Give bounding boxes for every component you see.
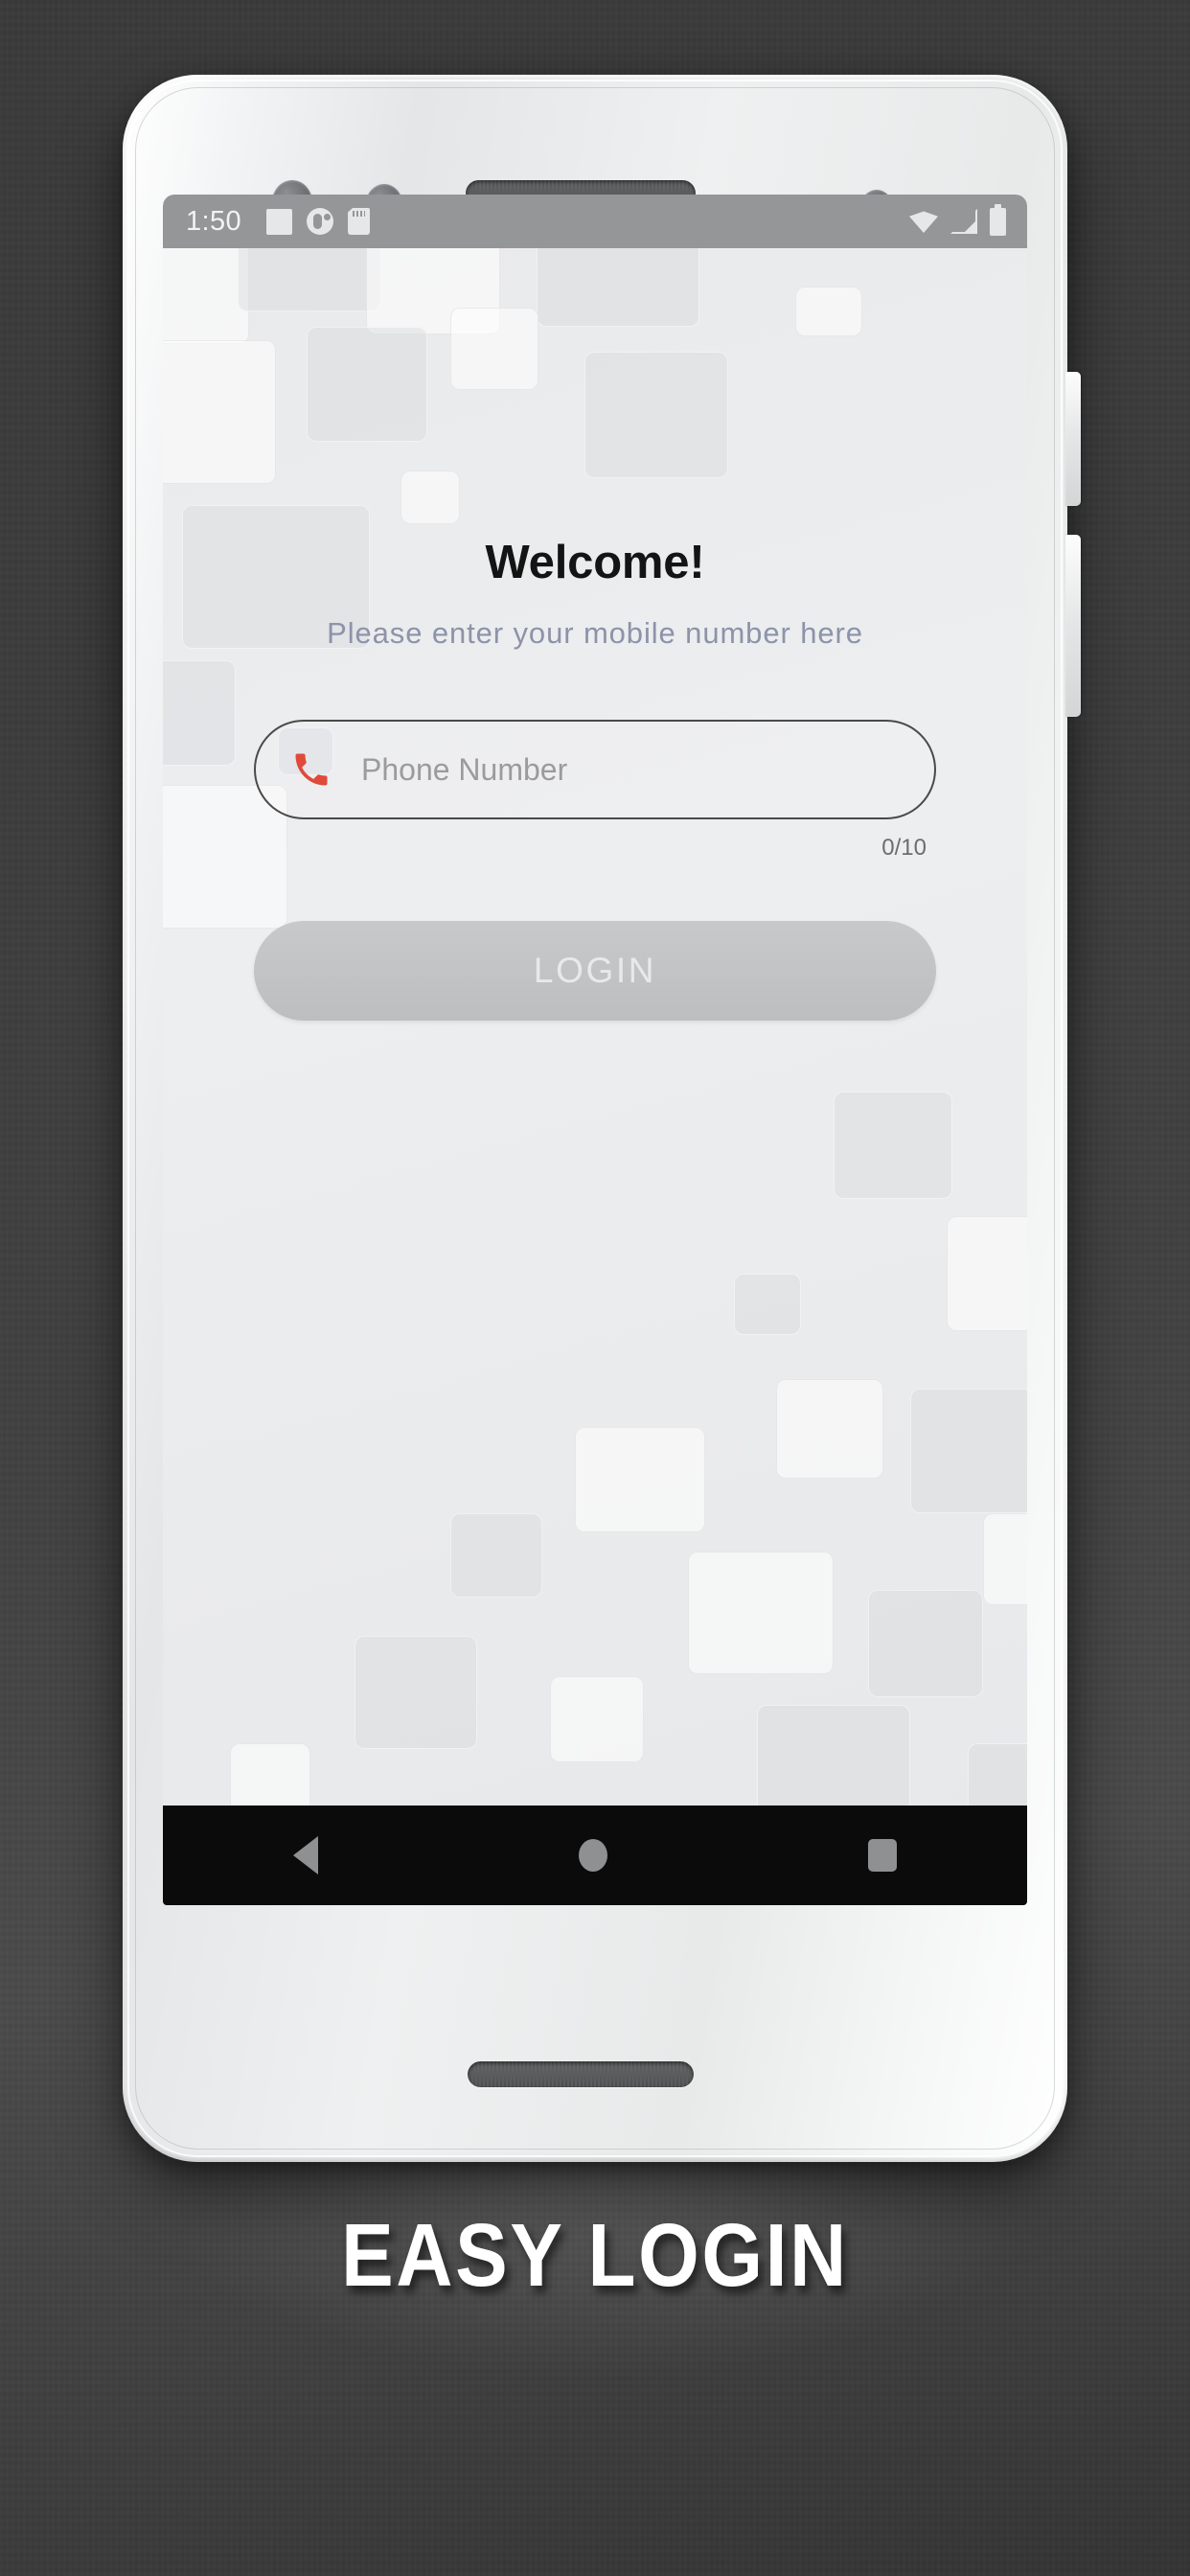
back-button[interactable] xyxy=(293,1836,318,1874)
phone-number-field-wrapper[interactable] xyxy=(254,720,936,819)
power-button[interactable] xyxy=(1065,372,1081,506)
login-button[interactable]: LOGIN xyxy=(254,921,936,1021)
status-bar-clock: 1:50 xyxy=(186,205,242,237)
notification-square-icon xyxy=(266,208,293,235)
page-subtitle: Please enter your mobile number here xyxy=(327,616,863,650)
recents-button[interactable] xyxy=(868,1839,897,1872)
app-circle-icon xyxy=(307,208,334,235)
home-button[interactable] xyxy=(579,1839,607,1872)
battery-icon xyxy=(990,203,1006,236)
caption-text: EASY LOGIN xyxy=(341,2205,849,2305)
sd-card-icon xyxy=(348,208,371,235)
phone-screen: 1:50 Welcome! Please enter your mobile n… xyxy=(163,195,1027,1905)
volume-rocker-button[interactable] xyxy=(1065,535,1081,717)
app-content-area: Welcome! Please enter your mobile number… xyxy=(163,248,1027,1905)
studio-backdrop: 1:50 Welcome! Please enter your mobile n… xyxy=(0,0,1190,2576)
status-bar: 1:50 xyxy=(163,195,1027,248)
page-title: Welcome! xyxy=(485,537,705,588)
status-bar-notification-icons xyxy=(266,208,371,235)
login-form: Welcome! Please enter your mobile number… xyxy=(163,248,1027,1021)
bottom-speaker-grille xyxy=(468,2061,694,2087)
cell-signal-icon xyxy=(950,209,977,234)
status-bar-system-icons xyxy=(909,203,1006,236)
phone-handset-icon xyxy=(295,753,328,786)
wifi-icon xyxy=(909,211,938,233)
android-navigation-bar xyxy=(163,1806,1027,1905)
character-counter: 0/10 xyxy=(881,835,927,861)
phone-number-input[interactable] xyxy=(361,751,900,788)
